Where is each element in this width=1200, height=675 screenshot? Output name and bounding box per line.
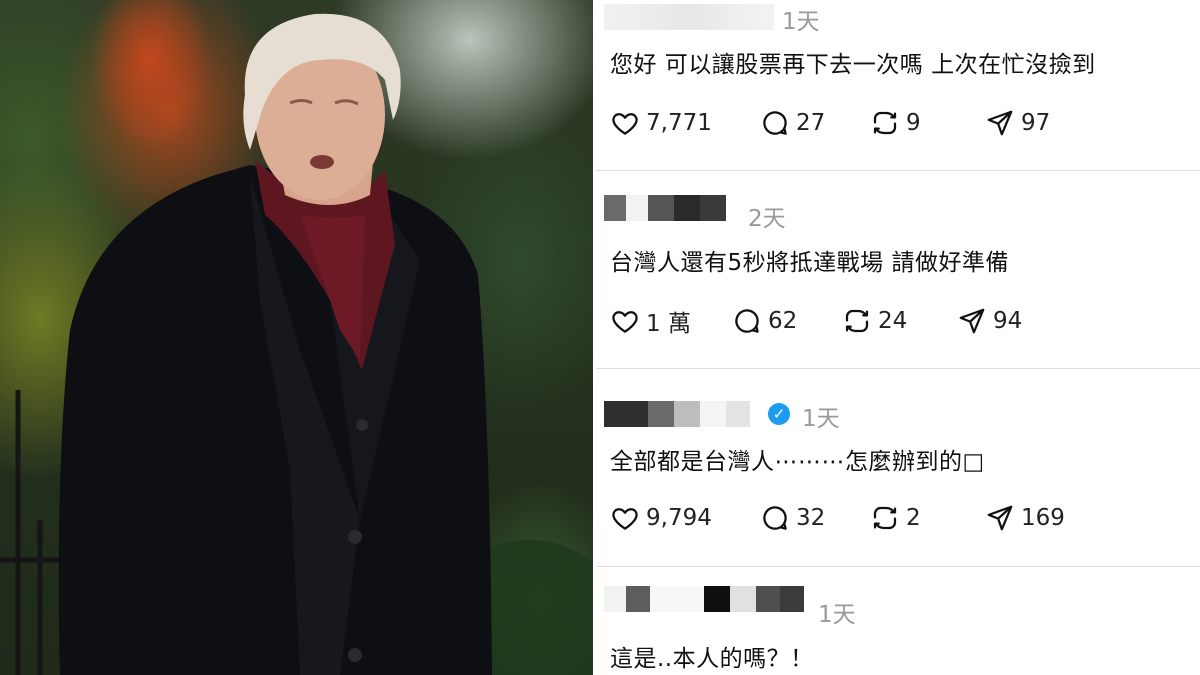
comment-item: 1天 這是..本人的嗎？！ [596, 567, 1200, 675]
heart-icon [612, 113, 638, 135]
repost-icon [845, 309, 869, 333]
share-button[interactable]: 97 [985, 106, 1050, 140]
comment-text: 全部都是台灣人⋯⋯⋯怎麼辦到的□ [610, 449, 985, 475]
comment-actions: 7,771 27 9 97 [610, 106, 1190, 140]
comment-time: 1天 [782, 9, 820, 35]
blurred-username [604, 4, 774, 30]
comment-text: 台灣人還有5秒將抵達戰場 請做好準備 [610, 250, 1009, 276]
share-count: 94 [993, 308, 1023, 334]
repost-button[interactable]: 9 [870, 106, 921, 140]
comment-text: 這是..本人的嗎？！ [610, 646, 814, 672]
repost-count: 24 [878, 308, 908, 334]
blurred-username [604, 401, 750, 427]
repost-count: 2 [906, 505, 921, 531]
send-icon [987, 110, 1013, 136]
share-count: 169 [1021, 505, 1065, 531]
comment-icon [735, 309, 759, 333]
repost-button[interactable]: 2 [870, 501, 921, 535]
repost-icon [873, 111, 897, 135]
reply-button[interactable]: 62 [732, 304, 797, 338]
like-button[interactable]: 1 萬 [610, 304, 691, 338]
share-button[interactable]: 169 [985, 501, 1065, 535]
blurred-username [604, 195, 726, 221]
heart-icon [612, 311, 638, 333]
like-count: 9,794 [646, 505, 712, 531]
repost-icon [873, 506, 897, 530]
comment-actions: 9,794 32 2 169 [610, 501, 1190, 535]
blurred-username [604, 586, 804, 612]
verified-badge-icon: ✓ [768, 403, 790, 425]
reply-count: 32 [796, 505, 826, 531]
like-button[interactable]: 7,771 [610, 106, 712, 140]
comment-time: 1天 [802, 406, 840, 432]
reply-button[interactable]: 32 [760, 501, 825, 535]
comment-time: 2天 [748, 206, 786, 232]
repost-button[interactable]: 24 [842, 304, 907, 338]
send-icon [987, 505, 1013, 531]
comment-actions: 1 萬 62 24 94 [610, 304, 1190, 338]
share-button[interactable]: 94 [957, 304, 1022, 338]
comment-time: 1天 [818, 602, 856, 628]
comment-icon [763, 111, 787, 135]
photo-illustration [0, 13, 593, 675]
like-button[interactable]: 9,794 [610, 501, 712, 535]
heart-icon [612, 508, 638, 530]
share-count: 97 [1021, 110, 1051, 136]
comment-item: ✓ 1天 全部都是台灣人⋯⋯⋯怎麼辦到的□ 9,794 32 2 169 [596, 369, 1200, 566]
reply-count: 62 [768, 308, 798, 334]
screenshot-root: 1天 您好 可以讓股票再下去一次嗎 上次在忙沒撿到 7,771 27 9 97 [0, 0, 1200, 675]
comment-text: 您好 可以讓股票再下去一次嗎 上次在忙沒撿到 [610, 52, 1096, 78]
comment-item: 1天 您好 可以讓股票再下去一次嗎 上次在忙沒撿到 7,771 27 9 97 [596, 0, 1200, 170]
reply-count: 27 [796, 110, 826, 136]
reply-button[interactable]: 27 [760, 106, 825, 140]
comment-icon [763, 506, 787, 530]
repost-count: 9 [906, 110, 921, 136]
news-photo [0, 0, 593, 675]
like-count: 7,771 [646, 110, 712, 136]
like-count: 1 萬 [646, 311, 691, 337]
comment-item: 2天 台灣人還有5秒將抵達戰場 請做好準備 1 萬 62 24 94 [596, 171, 1200, 368]
comments-panel: 1天 您好 可以讓股票再下去一次嗎 上次在忙沒撿到 7,771 27 9 97 [596, 0, 1200, 675]
send-icon [959, 308, 985, 334]
